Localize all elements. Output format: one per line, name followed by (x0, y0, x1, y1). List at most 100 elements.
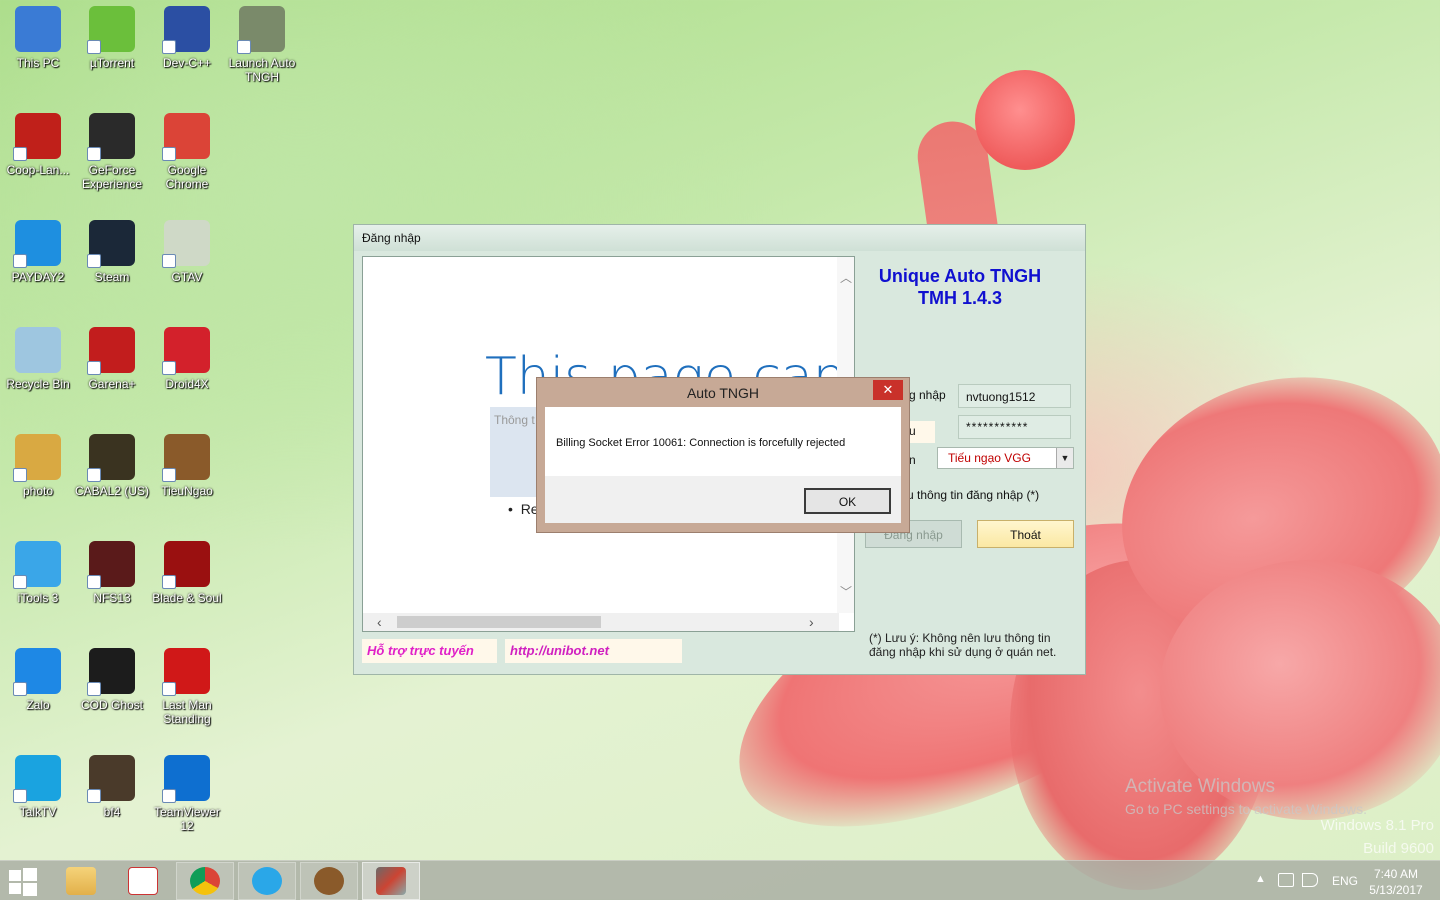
scroll-up-icon[interactable]: ︿ (840, 269, 852, 286)
desktop-icon-label: Garena+ (88, 377, 136, 391)
desktop-icon[interactable]: Zalo (0, 648, 76, 712)
desktop-icon[interactable]: µTorrent (74, 6, 150, 70)
browser-horizontal-scrollbar[interactable]: ‹ › (363, 613, 839, 631)
clock[interactable]: 7:40 AM 5/13/2017 (1366, 866, 1426, 900)
launch-auto-icon (237, 6, 285, 54)
taskbar-unikey[interactable] (114, 862, 172, 900)
desktop-icon[interactable]: CABAL2 (US) (74, 434, 150, 498)
desktop-icon[interactable]: TeamViewer 12 (149, 755, 225, 833)
desktop-icon[interactable]: Garena+ (74, 327, 150, 391)
wallpaper-bulb (975, 70, 1075, 170)
browser-bullet: • Re (508, 501, 539, 517)
server-label: n (909, 453, 916, 467)
desktop-icon-label: Dev-C++ (162, 56, 212, 70)
file-explorer-icon (66, 867, 96, 895)
server-select[interactable]: Tiếu ngạo VGG ▼ (937, 447, 1074, 469)
cod-icon (87, 648, 135, 696)
desktop-icon-label: photo (22, 484, 54, 498)
desktop-icon[interactable]: NFS13 (74, 541, 150, 605)
desktop-icon[interactable]: Launch Auto TNGH (224, 6, 300, 84)
scroll-left-icon[interactable]: ‹ (377, 614, 382, 630)
remember-login-checkbox-label[interactable]: u thông tin đăng nhập (*) (907, 488, 1039, 502)
chevron-down-icon[interactable]: ▼ (1056, 448, 1073, 468)
computer-icon (15, 6, 61, 52)
taskbar-auto-tngh[interactable] (362, 862, 420, 900)
support-link[interactable]: Hỗ trợ trực tuyến (362, 639, 497, 663)
taskbar: ▲ ENG 7:40 AM 5/13/2017 (0, 860, 1440, 900)
desktop-icon[interactable]: PAYDAY2 (0, 220, 76, 284)
droid4x-icon (162, 327, 210, 375)
language-indicator[interactable]: ENG (1332, 874, 1358, 900)
activation-watermark-subtitle: Go to PC settings to activate Windows. (1125, 801, 1367, 817)
desktop-icon-label: This PC (16, 56, 60, 70)
desktop-icon-label: GeForce Experience (81, 163, 143, 191)
taskbar-chrome[interactable] (176, 862, 234, 900)
error-message: Billing Socket Error 10061: Connection i… (556, 437, 846, 449)
desktop-icon-label: TeamViewer 12 (154, 805, 220, 833)
clock-time: 7:40 AM (1373, 867, 1419, 881)
app-title-version: TMH 1.4.3 (917, 288, 1003, 308)
desktop-icon[interactable]: Dev-C++ (149, 6, 225, 70)
taskbar-file-explorer[interactable] (52, 862, 110, 900)
gtav-icon (162, 220, 210, 268)
tieungao-icon (314, 867, 344, 895)
cooplan-icon (13, 113, 61, 161)
ok-button[interactable]: OK (804, 488, 891, 514)
scroll-right-icon[interactable]: › (809, 614, 814, 630)
error-dialog-title[interactable]: Auto TNGH (537, 378, 909, 407)
desktop-icon[interactable]: GeForce Experience (74, 113, 150, 191)
unikey-icon (128, 867, 158, 895)
desktop-icon-label: COD Ghost (80, 698, 143, 712)
desktop-icon-label: Coop-Lan... (6, 163, 70, 177)
login-window-title[interactable]: Đăng nhập (354, 225, 1085, 251)
desktop-icon-label: Steam (94, 270, 130, 284)
taskbar-tieungao[interactable] (300, 862, 358, 900)
desktop-icon-label: bf4 (103, 805, 121, 819)
app-title: Unique Auto TNGH TMH 1.4.3 (865, 265, 1055, 309)
desktop-icon[interactable]: Recycle Bin (0, 327, 76, 391)
bf4-icon (87, 755, 135, 803)
scroll-down-icon[interactable]: ﹀ (840, 583, 852, 600)
volume-icon[interactable] (1302, 873, 1318, 887)
password-field[interactable]: *********** (958, 415, 1071, 439)
desktop-icon[interactable]: bf4 (74, 755, 150, 819)
desktop-icon[interactable]: iTools 3 (0, 541, 76, 605)
chrome-icon (190, 867, 220, 895)
desktop-icon[interactable]: Blade & Soul (149, 541, 225, 605)
desktop-icon[interactable]: GTAV (149, 220, 225, 284)
desktop-icon-label: CABAL2 (US) (74, 484, 150, 498)
desktop-icon[interactable]: TalkTV (0, 755, 76, 819)
desktop-icon-label: GTAV (171, 270, 203, 284)
desktop-icon-label: µTorrent (89, 56, 135, 70)
taskbar-choi[interactable] (238, 862, 296, 900)
username-field[interactable]: nvtuong1512 (958, 384, 1071, 408)
action-center-icon[interactable] (1278, 873, 1294, 887)
server-select-value: Tiếu ngạo VGG (948, 451, 1031, 465)
desktop-icon[interactable]: This PC (0, 6, 76, 70)
exit-button[interactable]: Thoát (977, 520, 1074, 548)
desktop-icon[interactable]: Last Man Standing (149, 648, 225, 726)
auto-tngh-icon (376, 867, 406, 895)
desktop-icon[interactable]: Steam (74, 220, 150, 284)
nfs-icon (87, 541, 135, 589)
desktop-icon[interactable]: TieuNgao (149, 434, 225, 498)
desktop-icon[interactable]: Droid4X (149, 327, 225, 391)
start-button[interactable] (6, 865, 40, 897)
horizontal-scroll-thumb[interactable] (397, 616, 601, 628)
note-text: (*) Lưu ý: Không nên lưu thông tin đăng … (869, 631, 1057, 659)
browser-info-label: Thông t (494, 413, 535, 427)
zalo-icon (13, 648, 61, 696)
desktop-icon-label: NFS13 (93, 591, 131, 605)
desktop-icon[interactable]: Coop-Lan... (0, 113, 76, 177)
desktop-icon-label: Blade & Soul (152, 591, 222, 605)
desktop-icon[interactable]: Google Chrome (149, 113, 225, 191)
desktop-icon[interactable]: COD Ghost (74, 648, 150, 712)
desktop-icon[interactable]: photo (0, 434, 76, 498)
windows-edition: Windows 8.1 Pro (1320, 817, 1434, 834)
close-icon[interactable]: ✕ (873, 380, 903, 400)
website-link[interactable]: http://unibot.net (505, 639, 682, 663)
talktv-icon (13, 755, 61, 803)
password-label: u (909, 421, 935, 443)
show-hidden-icons[interactable]: ▲ (1255, 873, 1266, 900)
clock-date: 5/13/2017 (1369, 883, 1423, 897)
